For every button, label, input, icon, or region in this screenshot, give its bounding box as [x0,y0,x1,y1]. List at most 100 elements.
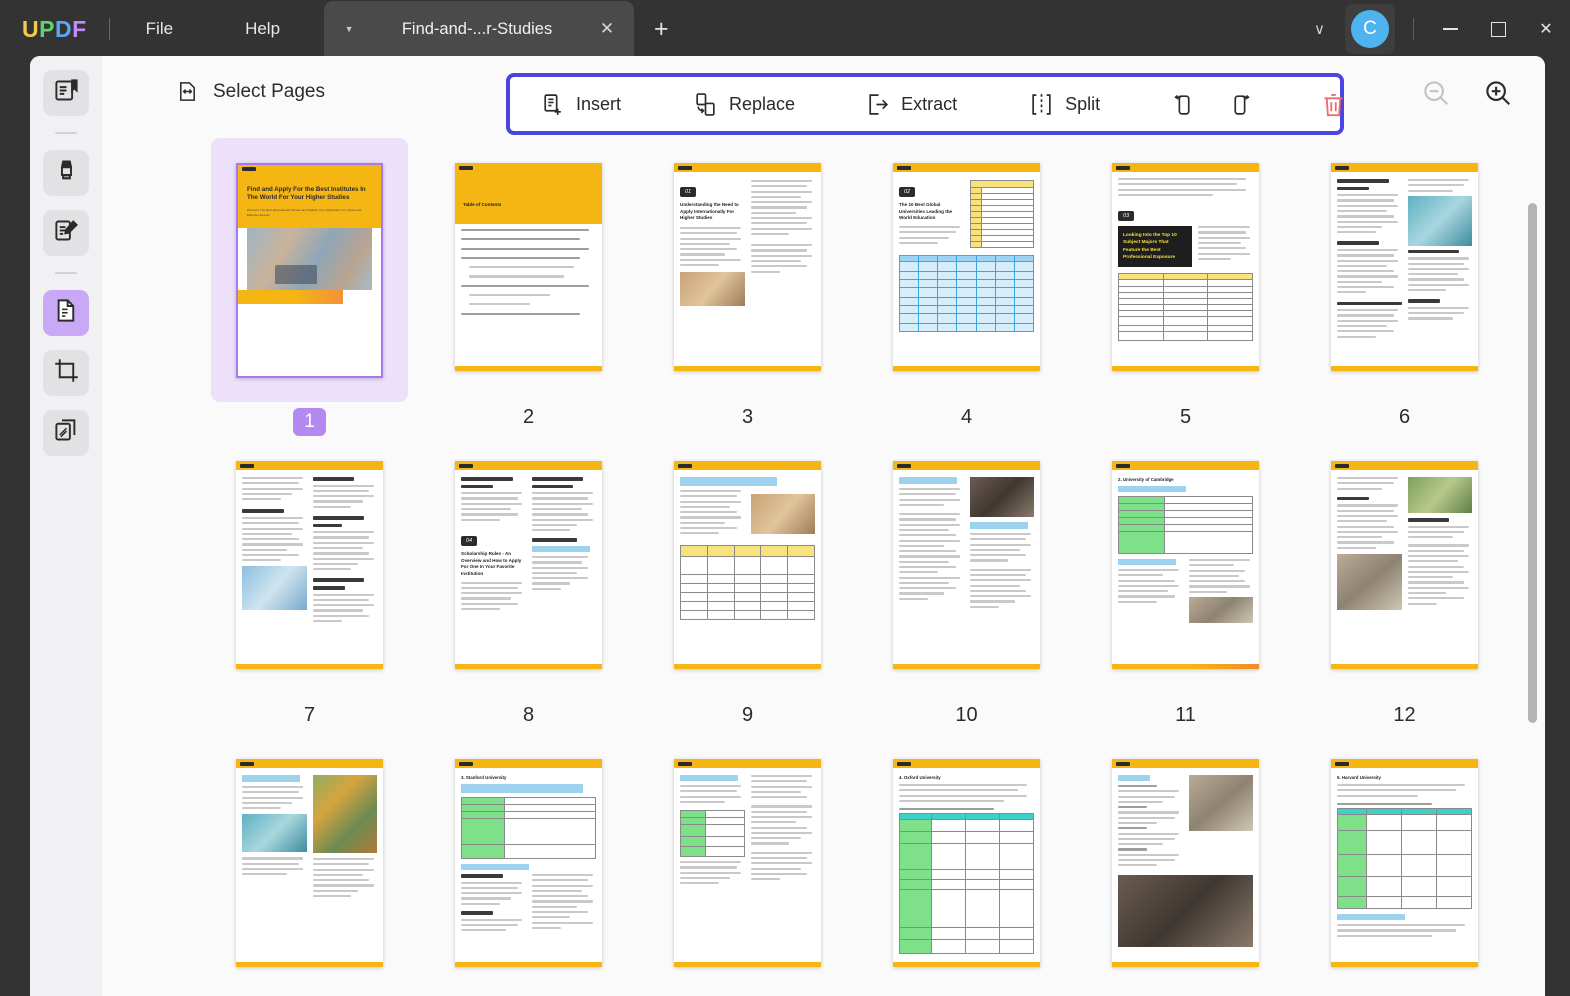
page-thumbnail[interactable] [211,436,408,694]
extract-page-icon [865,92,890,117]
section-heading [242,509,284,513]
zoom-in-button[interactable] [1483,78,1513,108]
page-thumbnail[interactable]: 5. Harvard University [1306,734,1503,992]
select-pages-label: Select Pages [213,81,325,103]
thumbnail-cell[interactable]: 02 The 10 Best Global Universities Leadi… [857,138,1076,436]
thumbnail-cell[interactable] [200,734,419,996]
page-preview [893,461,1040,669]
page-thumbnail[interactable]: 02 The 10 Best Global Universities Leadi… [868,138,1065,396]
sidebar-item-annotate-highlight[interactable] [43,150,89,196]
page-preview [236,759,383,967]
thumbnail-cell[interactable]: 01 Understanding the Need to Apply Inter… [638,138,857,436]
sidebar-item-organize-pages[interactable] [43,290,89,336]
menu-help[interactable]: Help [229,13,296,45]
page-thumbnail[interactable]: 2. University of Cambridge [1087,436,1284,694]
tab-close-icon[interactable]: ✕ [594,19,620,39]
chevron-down-icon[interactable]: ∨ [1300,12,1339,46]
thumbnail-scroll-area[interactable]: Find and Apply For the Best Institutes I… [102,136,1545,996]
thumbnail-cell[interactable]: Find and Apply For the Best Institutes I… [200,138,419,436]
replace-button[interactable]: Replace [683,77,805,131]
section-heading [1337,179,1389,183]
thumbnail-cell[interactable]: 9 [638,436,857,734]
chapter-badge: 04 [461,536,477,546]
page-thumbnail[interactable] [649,734,846,992]
account-button[interactable]: C [1345,4,1395,54]
rotate-left-button[interactable] [1162,77,1203,131]
sidebar-item-edit-pdf[interactable] [43,210,89,256]
ranked-countries-table [970,180,1035,248]
sidebar-item-batch-process[interactable] [43,410,89,456]
menu-file[interactable]: File [130,13,189,45]
toc-title: Table of Contents [463,202,594,209]
thumbnail-cell[interactable]: 4. Oxford University [857,734,1076,996]
chapter-badge: 03 [1118,211,1134,221]
section-heading [313,578,365,582]
page-thumbnail[interactable] [211,734,408,992]
page-thumbnail[interactable] [1306,138,1503,396]
thumbnail-cell[interactable]: 2. University of Cambridge [1076,436,1295,734]
page-thumbnail[interactable]: Table of Contents [430,138,627,396]
pages-content-area: Select Pages Insert [102,56,1545,996]
thumbnail-cell[interactable]: 3. Stanford University [419,734,638,996]
sidebar-item-crop-pages[interactable] [43,350,89,396]
page-thumbnail[interactable] [1306,436,1503,694]
maximize-button[interactable] [1474,0,1522,58]
thumbnail-cell[interactable]: 10 [857,436,1076,734]
new-tab-button[interactable]: + [654,15,669,44]
insert-page-icon [540,92,565,117]
zoom-out-button[interactable] [1421,78,1451,108]
delete-pages-button[interactable] [1310,77,1357,131]
split-button[interactable]: Split [1019,77,1110,131]
page-preview [1331,461,1478,669]
chapter-title: Understanding the Need to Apply Internat… [680,202,745,222]
eligibility-table [680,810,745,857]
page-header-band [238,165,381,174]
section-heading [532,477,584,481]
page-thumbnail[interactable]: 4. Oxford University [868,734,1065,992]
main-window: Select Pages Insert [30,56,1545,996]
close-button[interactable]: ✕ [1522,0,1570,58]
page-thumbnail[interactable]: 01 Understanding the Need to Apply Inter… [649,138,846,396]
scholarship-table [680,545,815,620]
extract-label: Extract [901,94,957,115]
vertical-scrollbar[interactable] [1528,148,1537,988]
page-thumbnail[interactable]: 04 Scholarship Rules - An Overview and H… [430,436,627,694]
thumbnail-cell[interactable]: 04 Scholarship Rules - An Overview and H… [419,436,638,734]
extract-button[interactable]: Extract [855,77,967,131]
page-thumbnail[interactable] [1087,734,1284,992]
page-thumbnail[interactable] [868,436,1065,694]
page-number: 11 [1175,704,1196,727]
thumbnail-cell[interactable]: 7 [200,436,419,734]
page-thumbnail[interactable]: 3. Stanford University [430,734,627,992]
chapter-badge: 01 [680,187,696,197]
section-heading [1337,302,1402,306]
page-preview: 3. Stanford University [455,759,602,967]
tab-dropdown-icon[interactable]: ▼ [338,24,360,34]
minimize-button[interactable] [1426,0,1474,58]
page-actions-toolbar: Insert Replace [506,73,1344,135]
zoom-controls [1421,78,1513,108]
document-tab[interactable]: ▼ Find-and-...r-Studies ✕ [324,1,634,57]
thumbnail-cell[interactable] [638,734,857,996]
harvard-courses-table [1337,808,1472,909]
select-pages-button[interactable]: Select Pages [176,80,325,103]
batch-pages-icon [53,417,80,449]
university-title: 4. Oxford University [899,775,1034,780]
thumbnail-cell[interactable]: 12 [1295,436,1514,734]
university-title: 2. University of Cambridge [1118,477,1253,482]
page-thumbnail[interactable] [649,436,846,694]
thumbnail-cell[interactable]: 03 Looking Into the Top 10 Subject Major… [1076,138,1295,436]
cover-subtitle: Discover The Best Educational Institute … [247,208,372,217]
page-thumbnail-selected[interactable]: Find and Apply For the Best Institutes I… [211,138,408,402]
rotate-right-button[interactable] [1221,77,1262,131]
thumbnail-cell[interactable]: 6 [1295,138,1514,436]
thumbnail-cell[interactable]: 5. Harvard University [1295,734,1514,996]
page-number: 9 [742,704,753,727]
thumbnail-cell[interactable] [1076,734,1295,996]
scrollbar-thumb[interactable] [1528,203,1537,723]
insert-button[interactable]: Insert [530,77,631,131]
thumbnail-cell[interactable]: Table of Contents [419,138,638,436]
page-thumbnail[interactable]: 03 Looking Into the Top 10 Subject Major… [1087,138,1284,396]
sidebar-item-reader-view[interactable] [43,70,89,116]
cover-photo [247,228,372,290]
